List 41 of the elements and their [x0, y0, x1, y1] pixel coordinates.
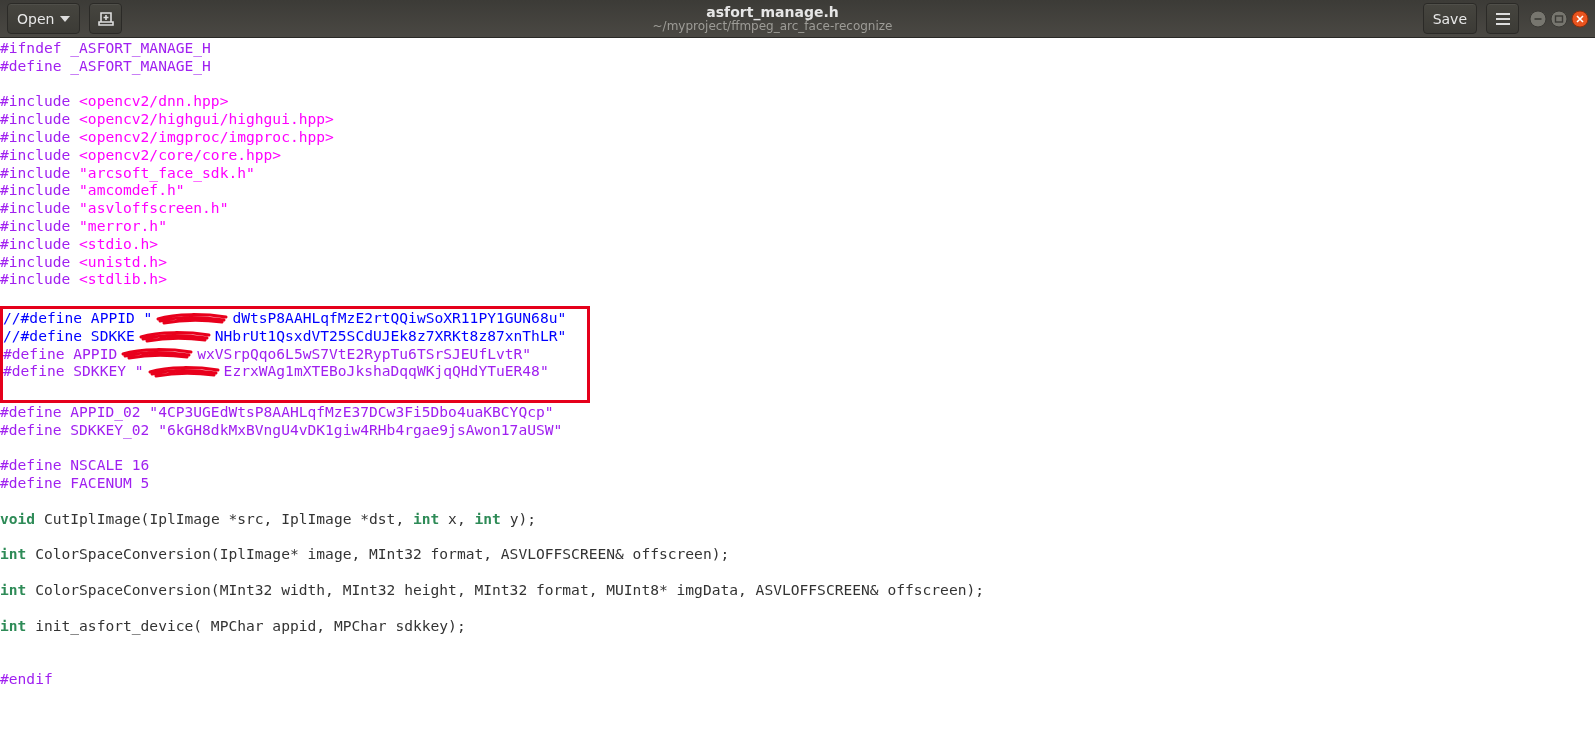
code-line: int ColorSpaceConversion(IplImage* image, MInt32 format, ASVLOFFSCREEN& offscreen); [0, 545, 731, 564]
code-text: #define SDKKEY " [3, 362, 144, 381]
document-plus-icon [97, 10, 114, 27]
code-line: int ColorSpaceConversion(MInt32 width, MInt32 height, MInt32 format, MUInt8* imgData, ASVLOFFSCREEN& offscreen); [0, 580, 986, 599]
code-line: #include <opencv2/core/core.hpp> [0, 145, 283, 164]
code-line: #include "asvloffscreen.h" [0, 199, 230, 217]
code-text: EzrxWAg1mXTEBoJkshaDqqWKjqQHdYTuER48" [223, 362, 549, 381]
code-line: #include "arcsoft_face_sdk.h" [0, 163, 256, 182]
code-line: #include <stdlib.h> [0, 270, 168, 289]
code-line: #endif [0, 669, 54, 688]
code-line: #define SDKKEY_02 "6kGH8dkMxBVngU4vDK1giw4RHb4rgae9jsAwon17aUSW" [0, 420, 564, 439]
code-line: #include <opencv2/dnn.hpp> [0, 92, 230, 111]
code-line: #include <unistd.h> [0, 252, 168, 271]
code-line: #include "merror.h" [0, 216, 168, 235]
code-line: #define _ASFORT_MANAGE_H [0, 56, 212, 75]
code-line: #ifndef _ASFORT_MANAGE_H [0, 39, 212, 57]
window-title: asfort_manage.h [706, 3, 839, 20]
code-line: void CutIplImage(IplImage *src, IplImage *dst, int x, int y); [0, 509, 537, 528]
code-text: //#define SDKKE [3, 326, 135, 345]
code-line: int init_asfort_device( MPChar appid, MPChar sdkkey); [0, 616, 467, 635]
menu-button[interactable] [1486, 3, 1519, 34]
open-button[interactable]: Open [7, 3, 81, 34]
new-document-button[interactable] [89, 3, 123, 34]
code-text: wxVSrpQqo6L5wS7VtE2RypTu6TSrSJEUfLvtR" [197, 344, 532, 363]
code-line: #define APPID_02 "4CP3UGEdWtsP8AAHLqfMzE37DCw3Fi5Dbo4uaKBCYQcp" [0, 402, 555, 421]
code-text: NHbrUt1QsxdVT25SCdUJEk8z7XRKt8z87xnThLR" [214, 326, 567, 345]
code-line: #include "amcomdef.h" [0, 181, 185, 200]
minimize-button[interactable] [1529, 9, 1547, 28]
menu-icon [1495, 12, 1510, 25]
save-button[interactable]: Save [1422, 3, 1477, 34]
code-line: #include <opencv2/imgproc/imgproc.hpp> [0, 128, 335, 146]
code-line: #include <stdio.h> [0, 234, 160, 253]
code-line: #define FACENUM 5 [0, 474, 151, 492]
code-line: #include <opencv2/highgui/highgui.hpp> [0, 110, 335, 128]
caret-icon [60, 15, 71, 22]
code-text: #define APPID [3, 344, 118, 363]
code-text: dWtsP8AAHLqfMzE2rtQQiwSoXR11PY1GUN68u" [232, 308, 567, 327]
code-text: //#define APPID " [3, 308, 153, 327]
close-button[interactable] [1571, 9, 1589, 28]
code-line: #define NSCALE 16 [0, 456, 151, 475]
file-path: ~/myproject/ffmpeg_arc_face-recognize [652, 19, 893, 34]
